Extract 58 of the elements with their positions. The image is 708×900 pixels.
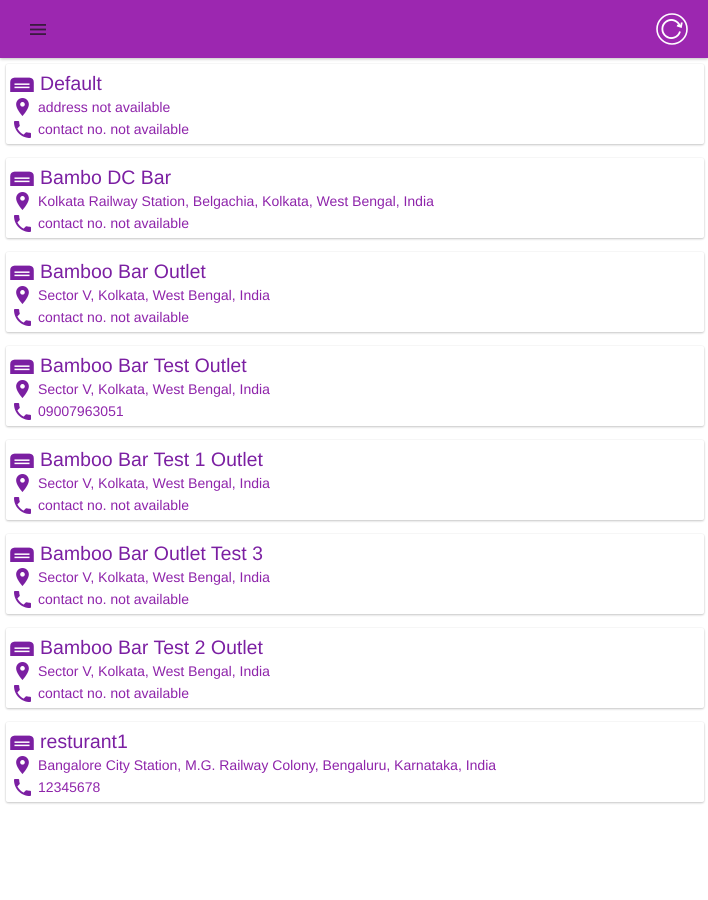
outlet-name: Default (40, 73, 102, 96)
menu-icon (30, 24, 46, 34)
outlet-card[interactable]: resturant1 Bangalore City Station, M.G. Railway Colony, Bengaluru, Karnataka, India 12345678 (6, 722, 704, 802)
outlet-contact: contact no. not available (38, 591, 189, 608)
storefront-icon (10, 547, 34, 562)
location-pin-icon (16, 98, 28, 116)
storefront-icon (10, 171, 34, 186)
outlet-card[interactable]: Bamboo Bar Outlet Sector V, Kolkata, West Bengal, India contact no. not available (6, 252, 704, 332)
phone-icon (14, 214, 30, 232)
storefront-icon (10, 453, 34, 468)
location-pin-icon (16, 286, 28, 304)
outlet-name: Bambo DC Bar (40, 167, 172, 190)
outlet-address: Bangalore City Station, M.G. Railway Colony, Bengaluru, Karnataka, India (38, 757, 496, 774)
outlet-name: Bamboo Bar Outlet Test 3 (40, 543, 263, 566)
outlet-address: Sector V, Kolkata, West Bengal, India (38, 381, 270, 398)
outlet-name: Bamboo Bar Test 2 Outlet (40, 637, 263, 660)
outlet-contact: contact no. not available (38, 215, 189, 232)
outlet-card[interactable]: Bamboo Bar Test 2 Outlet Sector V, Kolkata, West Bengal, India contact no. not available (6, 628, 704, 708)
outlet-address: Sector V, Kolkata, West Bengal, India (38, 287, 270, 304)
outlet-card[interactable]: Bamboo Bar Test Outlet Sector V, Kolkata, West Bengal, India 09007963051 (6, 346, 704, 426)
outlet-name: Bamboo Bar Test Outlet (40, 355, 247, 378)
location-pin-icon (16, 662, 28, 680)
phone-icon (14, 590, 30, 608)
refresh-icon (656, 13, 688, 45)
phone-icon (14, 778, 30, 796)
outlet-name: resturant1 (40, 731, 128, 754)
outlet-contact: contact no. not available (38, 309, 189, 326)
outlet-contact: 09007963051 (38, 403, 124, 420)
outlet-card[interactable]: Bambo DC Bar Kolkata Railway Station, Belgachia, Kolkata, West Bengal, India contact no. not available (6, 158, 704, 238)
outlet-contact: contact no. not available (38, 497, 189, 514)
location-pin-icon (16, 380, 28, 398)
location-pin-icon (16, 756, 28, 774)
phone-icon (14, 684, 30, 702)
outlet-contact: 12345678 (38, 779, 100, 796)
outlet-contact: contact no. not available (38, 121, 189, 138)
phone-icon (14, 308, 30, 326)
outlet-address: Kolkata Railway Station, Belgachia, Kolkata, West Bengal, India (38, 193, 434, 210)
phone-icon (14, 496, 30, 514)
outlet-address: Sector V, Kolkata, West Bengal, India (38, 663, 270, 680)
location-pin-icon (16, 568, 28, 586)
storefront-icon (10, 77, 34, 92)
outlet-address: address not available (38, 99, 170, 116)
phone-icon (14, 120, 30, 138)
phone-icon (14, 402, 30, 420)
outlet-card[interactable]: Default address not available contact no. not available (6, 64, 704, 144)
storefront-icon (10, 641, 34, 656)
storefront-icon (10, 265, 34, 280)
location-pin-icon (16, 474, 28, 492)
outlet-address: Sector V, Kolkata, West Bengal, India (38, 475, 270, 492)
location-pin-icon (16, 192, 28, 210)
outlet-contact: contact no. not available (38, 685, 189, 702)
storefront-icon (10, 359, 34, 374)
outlet-card[interactable]: Bamboo Bar Outlet Test 3 Sector V, Kolkata, West Bengal, India contact no. not available (6, 534, 704, 614)
outlet-address: Sector V, Kolkata, West Bengal, India (38, 569, 270, 586)
outlet-name: Bamboo Bar Outlet (40, 261, 206, 284)
outlet-name: Bamboo Bar Test 1 Outlet (40, 449, 263, 472)
storefront-icon (10, 735, 34, 750)
outlet-card[interactable]: Bamboo Bar Test 1 Outlet Sector V, Kolkata, West Bengal, India contact no. not available (6, 440, 704, 520)
